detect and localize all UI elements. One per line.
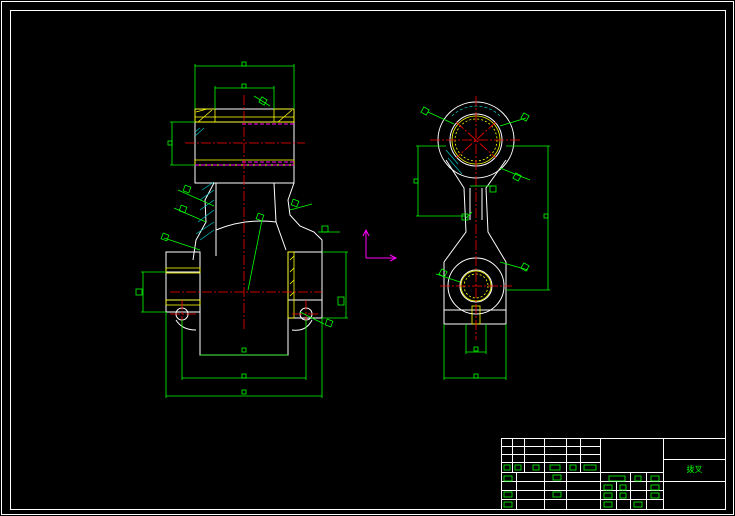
- front-section-hatch: [194, 127, 215, 241]
- front-section-view[interactable]: [135, 61, 348, 398]
- front-hidden-lines: [195, 123, 294, 166]
- title-block-labels: [503, 464, 660, 508]
- ucs-axis-icon: [362, 228, 398, 262]
- cad-drawing-canvas[interactable]: [0, 0, 735, 516]
- side-view[interactable]: [413, 96, 550, 380]
- side-dimensions: [413, 106, 550, 380]
- front-dimensions: [135, 61, 348, 398]
- drawing-name-label: 拨叉: [686, 465, 703, 474]
- front-hatching: [165, 108, 295, 319]
- front-centerlines: [170, 95, 322, 330]
